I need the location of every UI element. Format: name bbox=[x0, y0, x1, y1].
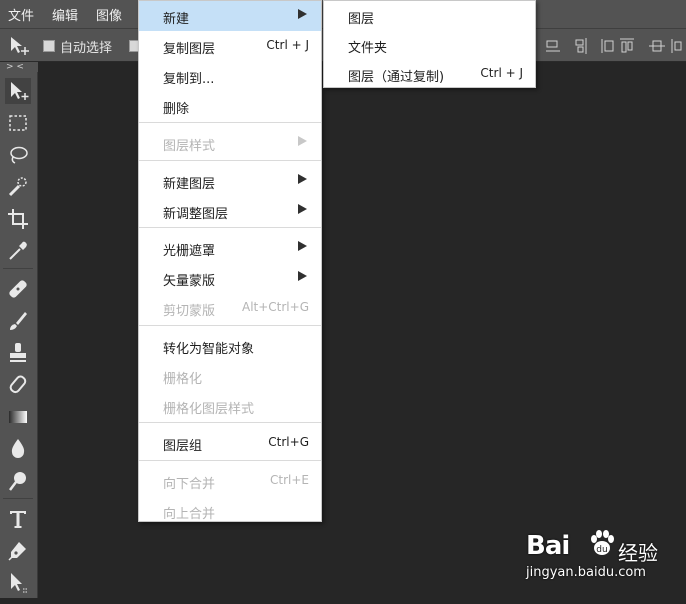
submenu-arrow-icon bbox=[298, 271, 307, 281]
paw-logo-icon: du bbox=[591, 530, 614, 555]
menu-item-group-layers[interactable]: 图层组 Ctrl+G bbox=[139, 428, 321, 458]
eraser-tool-icon[interactable] bbox=[5, 372, 31, 398]
menu-item-merge-down: 向下合并 Ctrl+E bbox=[163, 473, 309, 492]
menu-item-raster-mask[interactable]: 光栅遮罩 bbox=[139, 233, 321, 263]
baidu-jingyan-watermark: Bai du 经验 jingyan.baidu.com bbox=[526, 525, 676, 585]
menu-item-delete[interactable]: 删除 bbox=[139, 91, 321, 121]
marquee-tool-icon[interactable] bbox=[5, 110, 31, 136]
quick-selection-tool-icon[interactable] bbox=[5, 174, 31, 200]
blur-tool-icon[interactable] bbox=[5, 436, 31, 462]
submenu-arrow-icon bbox=[298, 9, 307, 19]
watermark-brand-suffix: 经验 bbox=[618, 541, 658, 565]
menu-item-new[interactable]: 新建 bbox=[139, 1, 321, 31]
menu-item-merge-up: 向上合并 bbox=[163, 507, 216, 522]
submenu-item-layer-via-copy[interactable]: 图层（通过复制) Ctrl + J bbox=[324, 59, 535, 89]
distribute-right-icon[interactable] bbox=[668, 37, 686, 55]
align-right-icon[interactable] bbox=[572, 37, 590, 55]
gradient-tool-icon[interactable] bbox=[5, 404, 31, 430]
auto-select-label: 自动选择 bbox=[60, 41, 113, 56]
menu-item-new-fill-layer[interactable]: 新建图层 bbox=[139, 166, 321, 196]
menu-item-rasterize-layer-style: 栅格化图层样式 bbox=[163, 402, 255, 417]
brush-tool-icon[interactable] bbox=[5, 308, 31, 334]
menu-item-layer-style: 图层样式 bbox=[139, 128, 321, 158]
lasso-tool-icon[interactable] bbox=[5, 142, 31, 168]
type-tool-icon[interactable] bbox=[5, 506, 31, 532]
crop-tool-icon[interactable] bbox=[5, 206, 31, 232]
submenu-item-layer[interactable]: 图层 bbox=[324, 1, 535, 31]
new-submenu: 图层 文件夹 图层（通过复制) Ctrl + J bbox=[323, 0, 536, 88]
tools-panel bbox=[0, 72, 38, 598]
distribute-center-icon[interactable] bbox=[648, 37, 666, 55]
healing-brush-tool-icon[interactable] bbox=[5, 276, 31, 302]
auto-select-checkbox[interactable] bbox=[43, 40, 55, 52]
submenu-arrow-icon bbox=[298, 204, 307, 214]
menu-item-new-adjustment-layer[interactable]: 新调整图层 bbox=[139, 196, 321, 226]
svg-text:du: du bbox=[596, 545, 607, 555]
dodge-tool-icon[interactable] bbox=[5, 468, 31, 494]
menu-image[interactable]: 图像 bbox=[96, 5, 122, 24]
panel-collapse-toggle[interactable]: > < bbox=[0, 62, 38, 72]
move-tool-icon[interactable] bbox=[5, 78, 31, 104]
menu-item-vector-mask[interactable]: 矢量蒙版 bbox=[139, 263, 321, 293]
menu-item-duplicate-layer[interactable]: 复制图层 Ctrl + J bbox=[139, 31, 321, 61]
menu-item-duplicate-to[interactable]: 复制到... bbox=[139, 61, 321, 91]
pen-tool-icon[interactable] bbox=[5, 538, 31, 564]
layer-menu-dropdown: 新建 复制图层 Ctrl + J 复制到... 删除 图层样式 新建图层 新调整图… bbox=[138, 0, 322, 522]
menu-item-rasterize: 栅格化 bbox=[163, 372, 203, 387]
menu-item-clipping-mask: 剪切蒙版 Alt+Ctrl+G bbox=[163, 300, 309, 319]
eyedropper-tool-icon[interactable] bbox=[5, 238, 31, 264]
align-bottom-icon[interactable] bbox=[544, 37, 562, 55]
menu-item-convert-smart-object[interactable]: 转化为智能对象 bbox=[139, 331, 321, 361]
watermark-url: jingyan.baidu.com bbox=[526, 565, 646, 580]
submenu-arrow-icon bbox=[298, 241, 307, 251]
distribute-left-icon[interactable] bbox=[618, 37, 636, 55]
align-ledge-icon[interactable] bbox=[600, 37, 618, 55]
submenu-arrow-icon bbox=[298, 136, 307, 146]
move-tool-icon[interactable] bbox=[8, 35, 32, 57]
submenu-item-folder[interactable]: 文件夹 bbox=[324, 30, 535, 60]
menu-edit[interactable]: 编辑 bbox=[52, 5, 78, 24]
path-selection-tool-icon[interactable] bbox=[5, 570, 31, 596]
menu-file[interactable]: 文件 bbox=[8, 5, 34, 24]
submenu-arrow-icon bbox=[298, 174, 307, 184]
stamp-tool-icon[interactable] bbox=[5, 340, 31, 366]
watermark-brand: Bai bbox=[526, 531, 570, 561]
